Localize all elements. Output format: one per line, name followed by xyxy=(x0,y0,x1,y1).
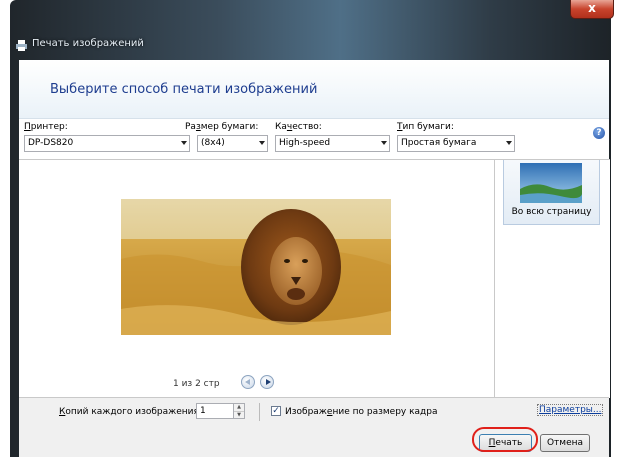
paper-type-label: Тип бумаги: xyxy=(397,122,454,132)
window-title: Печать изображений xyxy=(32,38,144,49)
dialog-client: Выберите способ печати изображений Принт… xyxy=(19,60,610,457)
chevron-down-icon xyxy=(506,141,512,145)
arrow-left-icon xyxy=(245,379,250,385)
stepper-down-icon[interactable]: ▼ xyxy=(234,412,244,419)
options-bar: Копий каждого изображения: 1 ▲ ▼ ✓ Изобр… xyxy=(19,397,609,426)
copies-label: Копий каждого изображения: xyxy=(59,407,202,417)
stepper-up-icon[interactable]: ▲ xyxy=(234,404,244,412)
page-counter: 1 из 2 стр xyxy=(173,379,220,389)
paper-size-select-value: (8x4) xyxy=(201,138,225,148)
previous-page-button[interactable] xyxy=(241,375,255,389)
quality-select[interactable]: High-speed xyxy=(275,135,390,152)
title-bar: Печать изображений x xyxy=(10,0,614,60)
arrow-right-icon xyxy=(266,379,271,385)
copies-stepper[interactable]: ▲ ▼ xyxy=(233,403,245,419)
paper-size-label: Размер бумаги: xyxy=(185,122,259,132)
paper-size-select[interactable]: (8x4) xyxy=(197,135,268,152)
cancel-button[interactable]: Отмена xyxy=(540,434,590,452)
fit-to-frame-label: Изображение по размеру кадра xyxy=(285,407,438,417)
lion-photo-image xyxy=(121,199,391,335)
quality-select-value: High-speed xyxy=(279,138,331,148)
close-button[interactable]: x xyxy=(570,0,614,19)
page-title: Выберите способ печати изображений xyxy=(50,82,318,97)
paper-type-select[interactable]: Простая бумага xyxy=(397,135,515,152)
layout-panel: Во всю страницу xyxy=(494,159,610,398)
next-page-button[interactable] xyxy=(260,375,274,389)
printer-icon xyxy=(16,40,27,51)
fit-to-frame-checkbox[interactable]: ✓ xyxy=(271,406,281,416)
help-icon[interactable]: ? xyxy=(593,127,605,139)
chevron-down-icon xyxy=(259,141,265,145)
layout-item-label: Во всю страницу xyxy=(511,207,592,217)
options-link[interactable]: Параметры... xyxy=(537,404,604,416)
landscape-thumbnail-icon xyxy=(520,163,582,203)
print-button-highlight xyxy=(472,427,538,452)
chevron-down-icon xyxy=(381,141,387,145)
layout-item-full-page[interactable]: Во всю страницу xyxy=(503,160,600,225)
paper-type-select-value: Простая бумага xyxy=(401,138,477,148)
printer-select[interactable]: DP-DS820 xyxy=(24,135,190,152)
dialog-header: Выберите способ печати изображений xyxy=(19,60,609,119)
printer-select-value: DP-DS820 xyxy=(28,138,74,148)
copies-input[interactable]: 1 xyxy=(196,403,234,419)
chevron-down-icon xyxy=(181,141,187,145)
printer-label: Принтер: xyxy=(24,122,68,132)
divider xyxy=(259,403,260,421)
quality-label: Качество: xyxy=(275,122,322,132)
preview-pane: 1 из 2 стр xyxy=(19,159,494,398)
